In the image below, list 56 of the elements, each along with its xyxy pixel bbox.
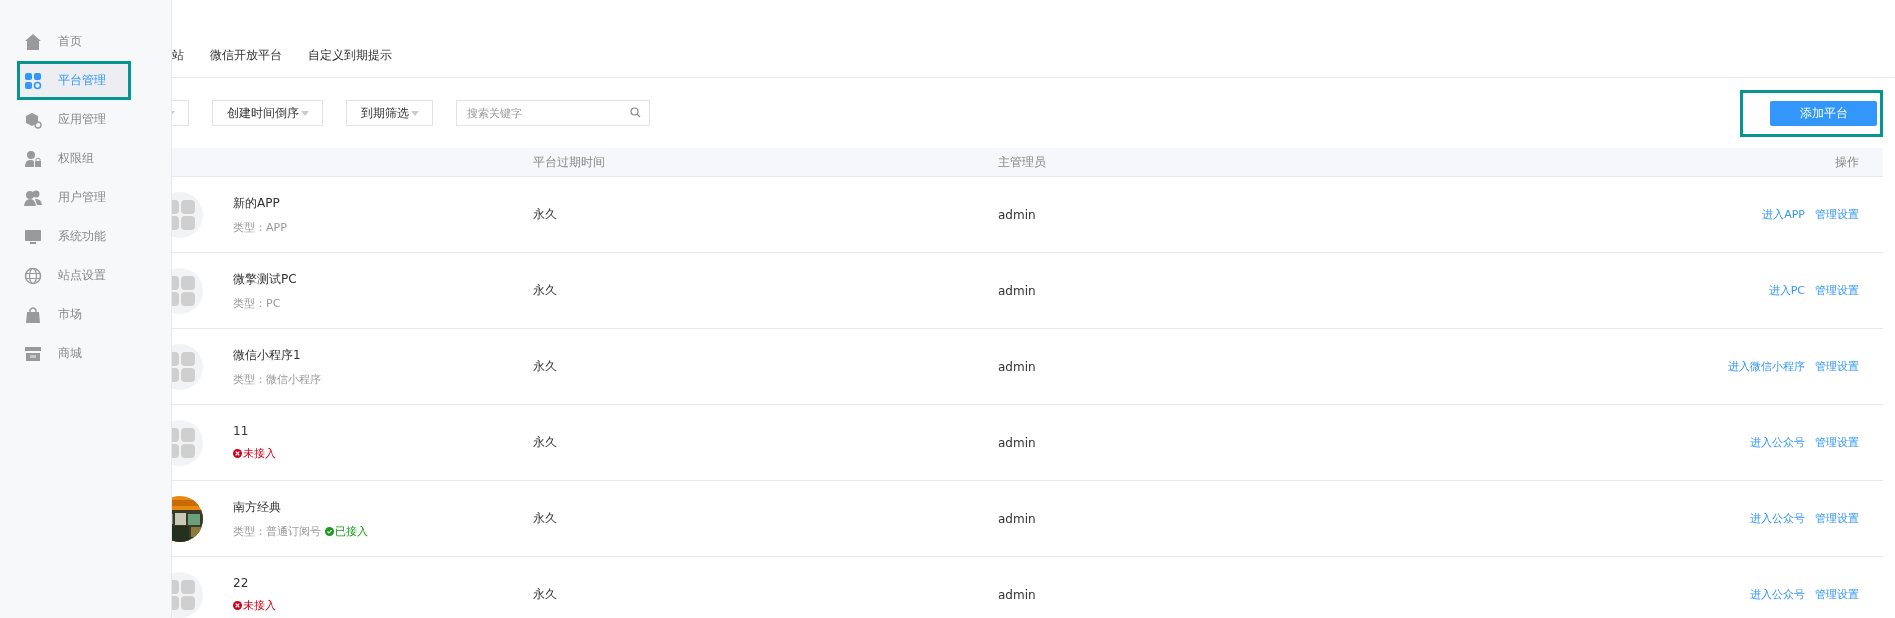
action-link[interactable]: 管理设置 — [1815, 360, 1859, 373]
sidebar-item[interactable]: 应用管理 — [0, 100, 171, 139]
action-link[interactable]: 管理设置 — [1815, 436, 1859, 449]
action-link[interactable]: 进入微信小程序 — [1728, 360, 1805, 373]
action-link[interactable]: 管理设置 — [1815, 208, 1859, 221]
action-link[interactable]: 管理设置 — [1815, 512, 1859, 525]
sidebar-item[interactable]: 商城 — [0, 334, 171, 373]
platform-name: 22 — [233, 576, 250, 590]
sidebar-item[interactable]: 首页 — [0, 22, 171, 61]
sidebar-item[interactable]: 市场 — [0, 295, 171, 334]
platform-name: 南方经典 — [233, 498, 282, 516]
search-field[interactable]: 搜索关键字 — [456, 100, 650, 126]
admin-name: admin — [998, 283, 1036, 298]
sidebar-item[interactable]: 站点设置 — [0, 256, 171, 295]
expiry-text: 永久 — [533, 435, 557, 449]
tab[interactable]: 自定义到期提示 — [308, 47, 392, 68]
action-link[interactable]: 进入APP — [1762, 208, 1805, 221]
platform-type: 类型：APP — [233, 219, 287, 235]
column-header: 主管理员 — [998, 154, 1046, 169]
expiry-text: 永久 — [533, 587, 557, 601]
platform-name: 11 — [233, 424, 250, 438]
sort-dropdown[interactable]: 创建时间倒序 — [212, 100, 323, 126]
action-link[interactable]: 进入PC — [1768, 284, 1805, 297]
admin-name: admin — [998, 435, 1036, 450]
platform-name: 新的APP — [233, 194, 281, 212]
action-link[interactable]: 进入公众号 — [1750, 436, 1805, 449]
platform-type: 类型：普通订阅号 — [233, 523, 321, 539]
action-link[interactable]: 进入公众号 — [1750, 512, 1805, 525]
tab[interactable]: 站 — [172, 47, 184, 68]
expiry-text: 永久 — [533, 283, 557, 297]
tab[interactable]: 微信开放平台 — [210, 47, 282, 68]
status-text: 未接入 — [243, 598, 276, 613]
action-link[interactable]: 进入公众号 — [1750, 588, 1805, 601]
status-text: 已接入 — [335, 523, 368, 539]
status-text: 未接入 — [243, 446, 276, 461]
admin-name: admin — [998, 511, 1036, 526]
sort-dropdown[interactable]: 到期筛选 — [346, 100, 433, 126]
expiry-text: 永久 — [533, 511, 557, 525]
add-platform-button[interactable]: 添加平台 — [1770, 100, 1877, 126]
sidebar-item[interactable]: 用户管理 — [0, 178, 171, 217]
expiry-text: 永久 — [533, 207, 557, 221]
platform-type: 类型：微信小程序 — [233, 371, 321, 387]
expiry-text: 永久 — [533, 359, 557, 373]
sidebar-item[interactable]: 权限组 — [0, 139, 171, 178]
admin-name: admin — [998, 207, 1036, 222]
column-header: 平台过期时间 — [533, 154, 605, 169]
platform-name: 微擎测试PC — [233, 270, 298, 288]
sidebar-item[interactable]: 系统功能 — [0, 217, 171, 256]
action-link[interactable]: 管理设置 — [1815, 588, 1859, 601]
platform-name: 微信小程序1 — [233, 346, 302, 364]
admin-name: admin — [998, 359, 1036, 374]
column-header: 操作 — [1835, 154, 1859, 169]
action-link[interactable]: 管理设置 — [1815, 284, 1859, 297]
admin-name: admin — [998, 587, 1036, 602]
platform-type: 类型：PC — [233, 295, 281, 311]
sidebar-item[interactable]: 平台管理 — [17, 61, 131, 100]
